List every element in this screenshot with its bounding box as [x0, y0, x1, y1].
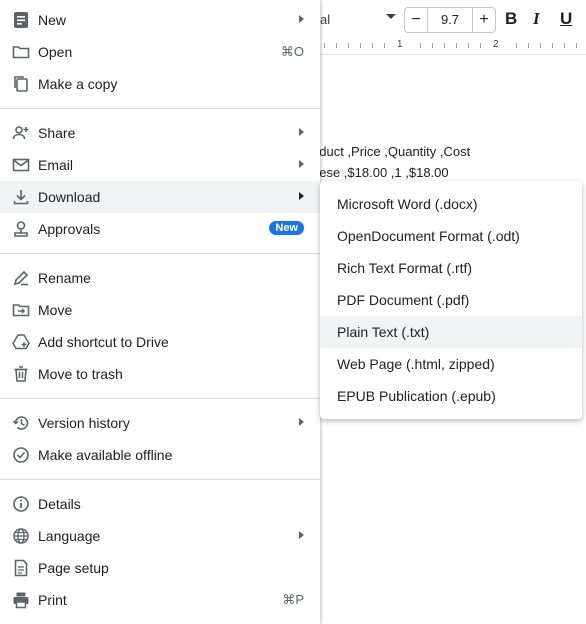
menu-item-label: Share: [38, 125, 76, 141]
menu-item-open[interactable]: Open ⌘O: [0, 36, 320, 68]
menu-item-label: New: [38, 12, 67, 28]
menu-item-label: Make a copy: [38, 76, 118, 92]
new-badge: New: [269, 221, 304, 235]
menu-divider: [0, 398, 320, 399]
chevron-right-icon: [299, 15, 304, 23]
drive-shortcut-icon: [12, 334, 30, 350]
print-icon: [13, 592, 29, 609]
chevron-right-icon: [299, 160, 304, 168]
menu-item-move-to-trash[interactable]: Move to trash: [0, 358, 320, 390]
submenu-item-label: EPUB Publication (.epub): [337, 388, 496, 404]
copy-icon: [14, 76, 28, 92]
download-option-rtf[interactable]: Rich Text Format (.rtf): [320, 252, 582, 284]
ruler[interactable]: 1 2: [320, 38, 586, 55]
menu-item-label: Language: [38, 528, 101, 544]
menu-item-language[interactable]: Language: [0, 520, 320, 552]
history-icon: [12, 416, 29, 430]
rename-icon: [13, 270, 29, 286]
file-menu: New Open ⌘O Make a copy Share Email Down…: [0, 0, 320, 624]
person-add-icon: [12, 126, 29, 140]
document-text-line[interactable]: oduct ,Price ,Quantity ,Cost: [312, 144, 470, 159]
download-submenu: Microsoft Word (.docx) OpenDocument Form…: [320, 181, 582, 419]
download-option-pdf[interactable]: PDF Document (.pdf): [320, 284, 582, 316]
submenu-item-label: Microsoft Word (.docx): [337, 196, 478, 212]
font-name-dropdown[interactable]: al: [320, 12, 330, 27]
menu-item-label: Open: [38, 44, 73, 60]
move-icon: [12, 304, 30, 317]
menu-item-page-setup[interactable]: Page setup: [0, 552, 320, 584]
submenu-item-label: PDF Document (.pdf): [337, 292, 470, 308]
font-caret-icon[interactable]: [386, 14, 396, 19]
submenu-item-label: Web Page (.html, zipped): [337, 356, 495, 372]
document-text-line[interactable]: eese ,$18.00 ,1 ,$18.00: [312, 165, 449, 180]
menu-item-label: Page setup: [38, 560, 109, 576]
menu-item-email[interactable]: Email: [0, 149, 320, 181]
menu-item-label: Move: [38, 302, 73, 318]
formatting-toolbar: al − 9.7 + B I U: [320, 0, 586, 38]
download-option-epub[interactable]: EPUB Publication (.epub): [320, 380, 582, 412]
chevron-right-icon: [299, 192, 304, 200]
download-option-docx[interactable]: Microsoft Word (.docx): [320, 188, 582, 220]
font-size-input[interactable]: 9.7: [428, 8, 472, 32]
menu-item-new[interactable]: New: [0, 4, 320, 36]
increase-font-size-button[interactable]: +: [472, 8, 495, 32]
trash-icon: [14, 366, 28, 382]
menu-item-approvals[interactable]: Approvals New: [0, 213, 320, 245]
menu-item-label: Move to trash: [38, 366, 123, 382]
offline-icon: [13, 447, 29, 463]
download-option-txt[interactable]: Plain Text (.txt): [320, 316, 582, 348]
chevron-right-icon: [299, 418, 304, 426]
mail-icon: [12, 158, 30, 172]
submenu-item-label: Plain Text (.txt): [337, 324, 430, 340]
shortcut-label: ⌘O: [280, 44, 304, 59]
menu-item-label: Version history: [38, 415, 130, 431]
menu-item-label: Download: [38, 189, 101, 205]
menu-item-label: Approvals: [38, 221, 101, 237]
menu-item-make-a-copy[interactable]: Make a copy: [0, 68, 320, 100]
download-option-odt[interactable]: OpenDocument Format (.odt): [320, 220, 582, 252]
folder-icon: [12, 46, 30, 59]
ruler-mark-2: 2: [493, 39, 499, 50]
italic-button[interactable]: I: [533, 9, 540, 29]
download-icon: [13, 190, 29, 205]
decrease-font-size-button[interactable]: −: [405, 8, 428, 32]
menu-item-version-history[interactable]: Version history: [0, 407, 320, 439]
menu-item-label: Print: [38, 592, 67, 608]
menu-item-share[interactable]: Share: [0, 117, 320, 149]
menu-item-download[interactable]: Download: [0, 181, 320, 213]
menu-divider: [0, 479, 320, 480]
menu-item-label: Rename: [38, 270, 91, 286]
menu-item-label: Details: [38, 496, 81, 512]
menu-item-label: Add shortcut to Drive: [38, 334, 169, 350]
menu-divider: [0, 253, 320, 254]
menu-item-add-shortcut[interactable]: Add shortcut to Drive: [0, 326, 320, 358]
shortcut-label: ⌘P: [282, 592, 304, 607]
menu-item-details[interactable]: Details: [0, 488, 320, 520]
submenu-item-label: OpenDocument Format (.odt): [337, 228, 520, 244]
font-size-control: − 9.7 +: [404, 7, 496, 33]
ruler-mark-1: 1: [397, 39, 403, 50]
menu-item-rename[interactable]: Rename: [0, 262, 320, 294]
menu-item-move[interactable]: Move: [0, 294, 320, 326]
menu-item-make-available-offline[interactable]: Make available offline: [0, 439, 320, 471]
bold-button[interactable]: B: [505, 9, 517, 29]
menu-item-label: Email: [38, 157, 74, 173]
chevron-right-icon: [299, 531, 304, 539]
chevron-right-icon: [299, 128, 304, 136]
menu-item-label: Make available offline: [38, 447, 173, 463]
approval-icon: [14, 221, 28, 237]
page-icon: [14, 559, 28, 577]
download-option-html[interactable]: Web Page (.html, zipped): [320, 348, 582, 380]
menu-divider: [0, 108, 320, 109]
submenu-item-label: Rich Text Format (.rtf): [337, 260, 473, 276]
underline-button[interactable]: U: [560, 9, 572, 29]
globe-icon: [13, 528, 29, 544]
menu-item-print[interactable]: Print ⌘P: [0, 584, 320, 616]
doc-icon: [14, 12, 28, 28]
info-icon: [13, 496, 29, 512]
